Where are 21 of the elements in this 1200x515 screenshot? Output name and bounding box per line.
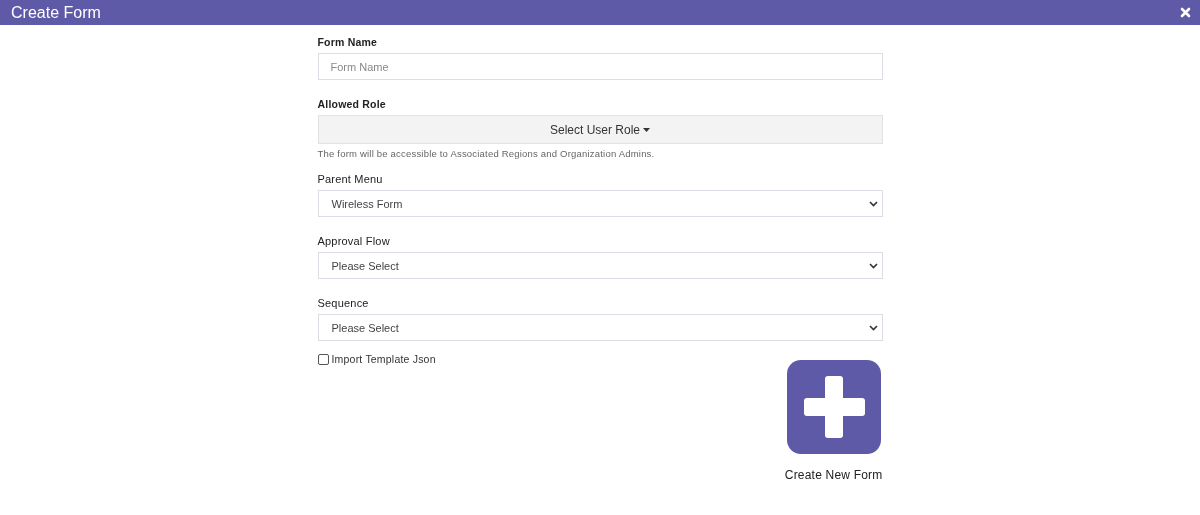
field-label: Allowed Role xyxy=(317,98,387,110)
window-title: Create Form xyxy=(11,3,101,22)
caret-icon xyxy=(643,127,650,132)
create-form-button[interactable]: Create New Form xyxy=(784,360,883,482)
text-field[interactable]: Form Name xyxy=(317,53,883,80)
checkbox-label: Import Template Json xyxy=(331,353,436,365)
chevron-down-icon xyxy=(868,262,878,269)
checkbox[interactable] xyxy=(317,353,329,365)
select-field[interactable]: Please Select xyxy=(317,314,883,341)
field-label: Parent Menu xyxy=(317,173,384,185)
field-label: Sequence xyxy=(317,297,370,309)
chevron-down-icon xyxy=(868,324,878,331)
select-field[interactable]: Wireless Form xyxy=(317,190,883,217)
close-icon[interactable] xyxy=(1180,7,1191,18)
field-label: Form Name xyxy=(317,36,379,48)
field-label: Approval Flow xyxy=(317,235,391,247)
select-field[interactable]: Please Select xyxy=(317,252,883,279)
help-text: The form will be accessible to Associated Regions and Organization Admins. xyxy=(317,148,656,159)
chevron-down-icon xyxy=(868,200,878,207)
role-dropdown[interactable]: Select User Role xyxy=(317,115,883,144)
plus-icon xyxy=(786,360,881,454)
